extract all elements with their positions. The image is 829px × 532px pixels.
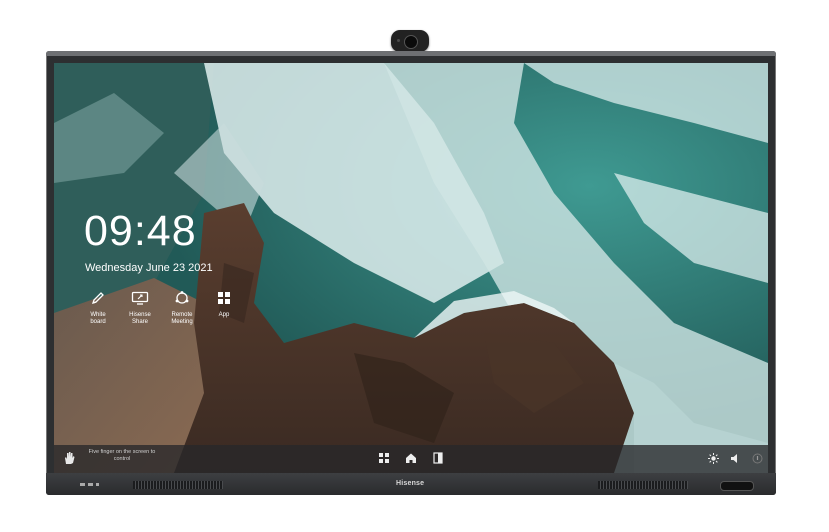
app-shortcuts: White board Hisense Share Remote Meeting… bbox=[82, 289, 240, 326]
app-remote-meeting[interactable]: Remote Meeting bbox=[166, 289, 198, 326]
sidebar-icon[interactable] bbox=[432, 451, 444, 464]
app-label: Remote Meeting bbox=[171, 312, 193, 325]
gesture-hint: Five finger on the screen to control bbox=[88, 449, 156, 462]
meeting-icon bbox=[173, 289, 191, 307]
brand-logo: Hisense bbox=[396, 480, 425, 487]
home-icon[interactable] bbox=[405, 451, 417, 463]
speaker-grille-right bbox=[598, 481, 688, 489]
screen[interactable]: 09:48 Wednesday June 23 2021 bbox=[54, 63, 768, 473]
info-icon[interactable] bbox=[752, 451, 763, 464]
clock-date: Wednesday June 23 2021 bbox=[85, 262, 213, 274]
screen-share-icon bbox=[131, 289, 149, 307]
hand-gesture-icon bbox=[63, 451, 75, 470]
app-whiteboard[interactable]: White board bbox=[82, 289, 114, 326]
app-apps[interactable]: App bbox=[208, 289, 240, 326]
pen-icon bbox=[89, 289, 107, 307]
bezel-top-edge bbox=[46, 51, 776, 56]
app-hisense-share[interactable]: Hisense Share bbox=[124, 289, 156, 326]
clock-time: 09:48 bbox=[84, 207, 197, 255]
webcam bbox=[391, 30, 429, 52]
app-label: White board bbox=[90, 312, 106, 325]
brightness-icon[interactable] bbox=[708, 451, 719, 464]
app-label: App bbox=[218, 312, 230, 318]
volume-icon[interactable] bbox=[730, 451, 741, 463]
apps-grid-icon[interactable] bbox=[378, 451, 390, 463]
app-label: Hisense Share bbox=[129, 312, 151, 325]
front-ports bbox=[80, 483, 99, 486]
taskbar-nav bbox=[378, 451, 444, 464]
sensor-window bbox=[720, 481, 754, 491]
apps-grid-icon bbox=[215, 289, 233, 307]
taskbar-system bbox=[708, 451, 763, 464]
speaker-grille-left bbox=[133, 481, 223, 489]
